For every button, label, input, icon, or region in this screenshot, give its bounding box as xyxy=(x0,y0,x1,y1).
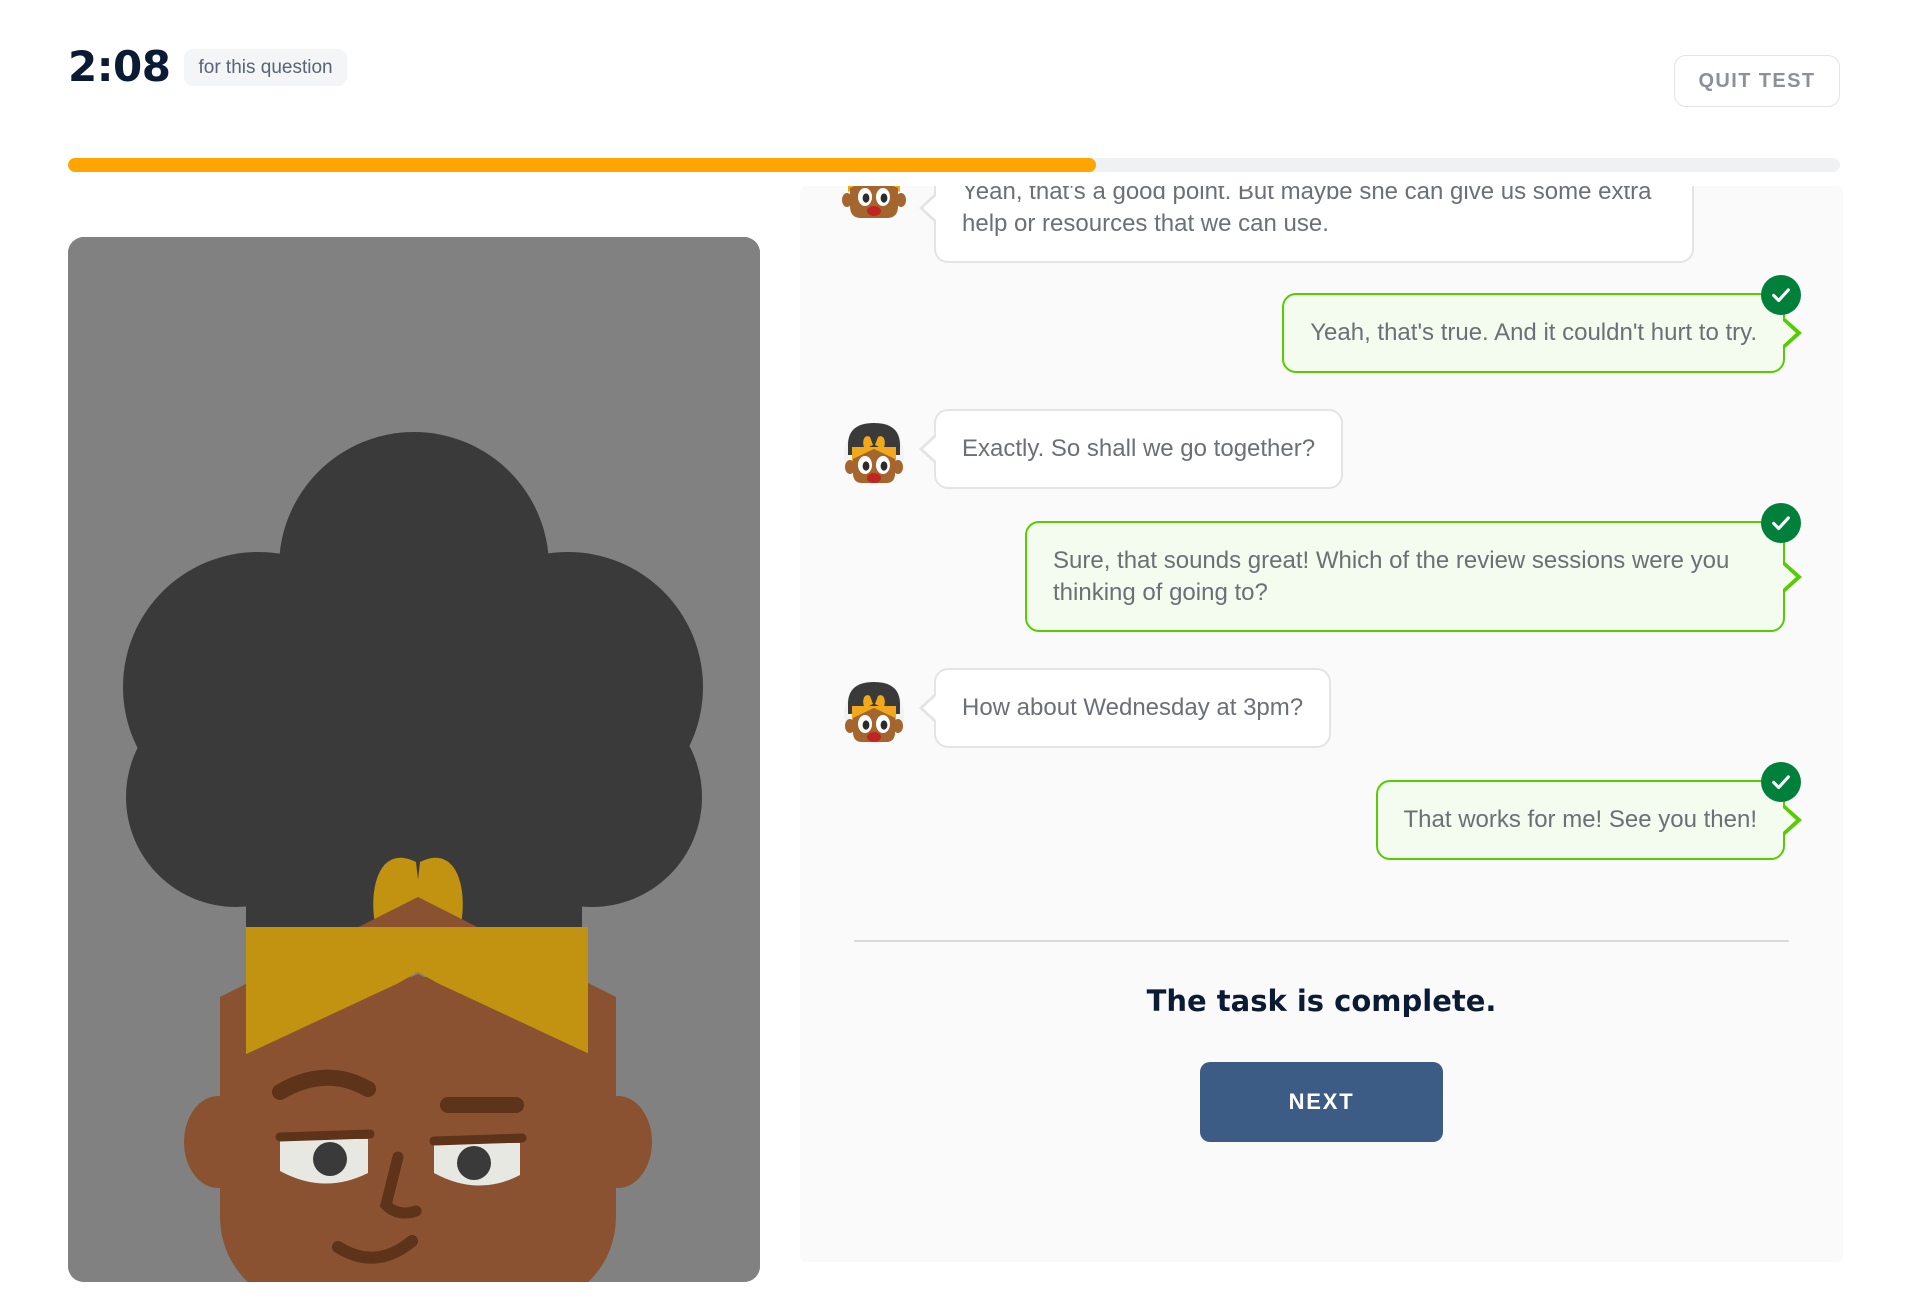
timer-value: 2:08 xyxy=(68,42,171,91)
correct-check-badge xyxy=(1761,503,1801,544)
test-screen: 2:08 for this question QUIT TEST Yeah, t… xyxy=(0,0,1906,1302)
message-bubble: That works for me! See you then! xyxy=(1375,762,1801,861)
partner-avatar-icon xyxy=(836,186,912,234)
message-text: Yeah, that's true. And it couldn't hurt … xyxy=(1310,319,1757,347)
chat-message-partner: Exactly. So shall we go together? xyxy=(836,409,1807,491)
section-divider xyxy=(854,940,1789,942)
partner-avatar-icon xyxy=(836,674,912,750)
question-timer: 2:08 for this question xyxy=(68,46,347,88)
message-text: Sure, that sounds great! Which of the re… xyxy=(1053,547,1730,606)
message-text: That works for me! See you then! xyxy=(1403,806,1758,834)
message-bubble: Sure, that sounds great! Which of the re… xyxy=(1025,503,1801,633)
message-text: Yeah, that's a good point. But maybe she… xyxy=(962,186,1652,237)
correct-check-badge xyxy=(1761,762,1801,803)
conversation-scroll-area[interactable]: Yeah, that's a good point. But maybe she… xyxy=(800,186,1843,1262)
check-icon xyxy=(1770,771,1792,793)
message-text: How about Wednesday at 3pm? xyxy=(962,694,1304,722)
correct-check-badge xyxy=(1761,275,1801,316)
progress-bar-track xyxy=(68,158,1840,172)
check-icon xyxy=(1770,284,1792,306)
partner-avatar-icon xyxy=(836,415,912,491)
message-text: Exactly. So shall we go together? xyxy=(962,435,1316,463)
chat-message-you: Yeah, that's true. And it couldn't hurt … xyxy=(836,275,1807,374)
partner-avatar xyxy=(836,674,912,750)
progress-bar-fill xyxy=(68,158,1096,172)
message-bubble: Yeah, that's a good point. But maybe she… xyxy=(934,186,1694,264)
next-button-container: NEXT xyxy=(836,1061,1807,1142)
message-bubble: Yeah, that's true. And it couldn't hurt … xyxy=(1282,275,1801,374)
partner-avatar xyxy=(836,415,912,491)
thinking-character-image xyxy=(68,237,760,1282)
chat-message-you: Sure, that sounds great! Which of the re… xyxy=(836,503,1807,633)
chat-message-you: That works for me! See you then! xyxy=(836,762,1807,861)
task-complete-text: The task is complete. xyxy=(1146,983,1497,1018)
character-illustration-panel xyxy=(68,237,760,1282)
quit-test-button[interactable]: QUIT TEST xyxy=(1674,55,1840,107)
partner-avatar xyxy=(836,186,912,234)
next-button[interactable]: NEXT xyxy=(1200,1061,1443,1142)
chat-message-partner: Yeah, that's a good point. But maybe she… xyxy=(836,186,1807,264)
message-bubble: How about Wednesday at 3pm? xyxy=(934,668,1332,749)
header-bar: 2:08 for this question QUIT TEST xyxy=(0,0,1906,120)
check-icon xyxy=(1770,512,1792,534)
conversation-panel[interactable]: Yeah, that's a good point. But maybe she… xyxy=(800,186,1843,1262)
timer-label: for this question xyxy=(184,48,347,86)
chat-message-partner: How about Wednesday at 3pm? xyxy=(836,668,1807,750)
message-bubble: Exactly. So shall we go together? xyxy=(934,409,1344,489)
